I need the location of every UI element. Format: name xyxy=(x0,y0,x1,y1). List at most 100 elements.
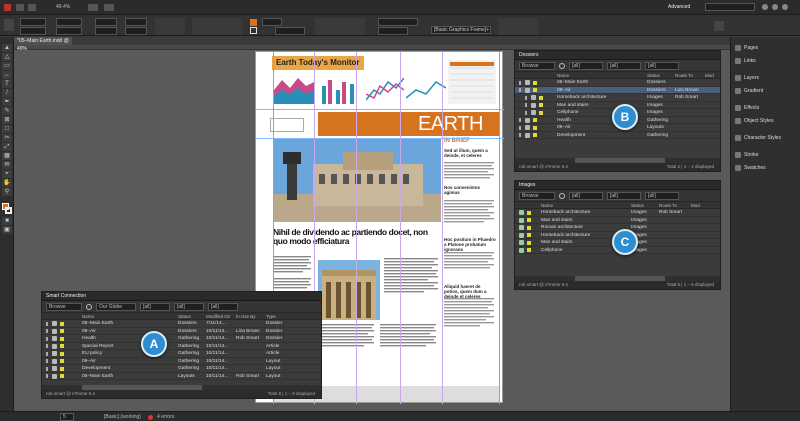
zoom-level[interactable]: 49.4% xyxy=(56,4,70,10)
page-number-field[interactable]: 5 xyxy=(60,413,74,421)
expand-arrow-icon[interactable] xyxy=(519,88,522,93)
dossiers-column-mod[interactable]: Mod xyxy=(705,72,717,78)
image-row[interactable]: Man and stairs Images xyxy=(515,217,720,224)
column-name[interactable]: Name xyxy=(82,313,178,319)
images-filter-3[interactable]: [all] xyxy=(645,191,679,200)
expand-arrow-icon[interactable] xyxy=(46,351,49,356)
workspace-switcher[interactable]: Advanced xyxy=(668,4,690,10)
apply-color-icon[interactable]: ■ xyxy=(2,217,12,225)
fill-swatch[interactable] xyxy=(250,19,257,26)
table-row[interactable]: Special Report Gathering 10/11/14... Articl… xyxy=(42,343,321,350)
reference-point-icon[interactable] xyxy=(4,19,14,31)
pen-tool-icon[interactable]: ✒ xyxy=(2,98,12,106)
images-refresh-icon[interactable] xyxy=(559,192,565,199)
rotate-flip-buttons[interactable] xyxy=(155,18,185,35)
images-browse-dropdown[interactable]: Browse xyxy=(519,191,555,200)
dossiers-column-status[interactable]: Status xyxy=(647,72,675,78)
table-row[interactable]: 05–Main Earth Dossiers 7/11/14... Dossier xyxy=(42,320,321,328)
select-container-buttons[interactable] xyxy=(192,18,242,35)
browse-dropdown[interactable]: Browse xyxy=(46,302,82,311)
scissors-tool-icon[interactable]: ✂ xyxy=(2,134,12,142)
expand-arrow-icon[interactable] xyxy=(46,336,49,341)
column-modified[interactable]: Modified On xyxy=(206,313,236,319)
rotation-field[interactable] xyxy=(125,18,147,26)
document-tab[interactable]: *05–Main Earth.indd @ 49% xyxy=(14,37,72,52)
dossiers-filter-2[interactable]: [all] xyxy=(607,61,641,70)
table-row[interactable]: EU policy Gathering 10/11/14... Article xyxy=(42,350,321,358)
column-type[interactable]: Type xyxy=(266,313,296,319)
note-tool-icon[interactable]: ✉ xyxy=(2,161,12,169)
scale-y-field[interactable] xyxy=(95,27,117,35)
corner-field[interactable] xyxy=(378,27,408,35)
smart-connection-title[interactable]: Smart Connection xyxy=(42,292,321,301)
free-transform-tool-icon[interactable]: ⤢ xyxy=(2,143,12,151)
dock-pages[interactable]: Pages xyxy=(731,41,800,54)
dock-links[interactable]: Links xyxy=(731,54,800,67)
brand-filter[interactable]: Our Globe xyxy=(96,302,136,311)
line-tool-icon[interactable]: / xyxy=(2,89,12,97)
dock-effects[interactable]: Effects xyxy=(731,101,800,114)
stroke-type-dropdown[interactable] xyxy=(275,27,305,35)
stroke-swatch[interactable] xyxy=(250,27,257,34)
dossier-row[interactable]: Horseback architecture Images Rob Smart xyxy=(515,94,720,102)
bridge-icon[interactable] xyxy=(16,4,24,11)
expand-arrow-icon[interactable] xyxy=(46,321,49,326)
dossiers-filter-1[interactable]: [all] xyxy=(569,61,603,70)
images-column-name[interactable]: Name xyxy=(541,202,631,208)
horizontal-guide[interactable] xyxy=(256,109,504,110)
expand-arrow-icon[interactable] xyxy=(46,359,49,364)
expand-arrow-icon[interactable] xyxy=(519,133,522,138)
height-field[interactable] xyxy=(56,27,82,35)
images-column-status[interactable]: Status xyxy=(631,202,659,208)
expand-arrow-icon[interactable] xyxy=(525,95,528,100)
type-tool-icon[interactable]: T xyxy=(2,80,12,88)
preflight-errors[interactable]: 4 errors xyxy=(157,414,174,420)
table-row[interactable]: 05–Main Earth Layouts 10/11/14... Rob Smart… xyxy=(42,373,321,380)
horizontal-guide-2[interactable] xyxy=(256,138,504,139)
pencil-tool-icon[interactable]: ✎ xyxy=(2,107,12,115)
images-filter-1[interactable]: [all] xyxy=(569,191,603,200)
images-filter-2[interactable]: [all] xyxy=(607,191,641,200)
table-row[interactable]: Health Gathering 10/11/14... Rob Smart Dossi… xyxy=(42,335,321,343)
dossiers-filter-3[interactable]: [all] xyxy=(645,61,679,70)
minimize-icon[interactable] xyxy=(762,4,768,10)
dossiers-column-route[interactable]: Route To xyxy=(675,72,705,78)
help-search-input[interactable] xyxy=(705,3,755,11)
table-row[interactable]: Development Gathering 10/11/14... Layout xyxy=(42,365,321,373)
dossier-row[interactable]: Development Gathering xyxy=(515,132,720,139)
hand-tool-icon[interactable]: ✋ xyxy=(2,179,12,187)
scale-x-field[interactable] xyxy=(95,18,117,26)
stroke-color-icon[interactable] xyxy=(5,207,12,214)
dossiers-refresh-icon[interactable] xyxy=(559,62,565,69)
dossiers-column-name[interactable]: Name xyxy=(557,72,647,78)
filter-2[interactable]: [all] xyxy=(140,302,170,311)
text-wrap-buttons[interactable] xyxy=(498,18,538,35)
images-column-mod[interactable]: Mod xyxy=(691,202,703,208)
zoom-tool-icon[interactable]: ⚲ xyxy=(2,188,12,196)
x-position-field[interactable] xyxy=(20,18,46,26)
column-status[interactable]: Status xyxy=(178,313,206,319)
expand-arrow-icon[interactable] xyxy=(519,118,522,123)
expand-arrow-icon[interactable] xyxy=(46,329,49,334)
filter-4[interactable]: [all] xyxy=(208,302,238,311)
screen-mode-tool-icon[interactable]: ▣ xyxy=(2,226,12,234)
screen-mode-icon[interactable] xyxy=(88,4,98,11)
selection-tool-icon[interactable]: ▲ xyxy=(2,44,12,52)
dock-object-styles[interactable]: Object Styles xyxy=(731,114,800,127)
fill-stroke-swatches[interactable] xyxy=(2,203,12,215)
expand-arrow-icon[interactable] xyxy=(46,366,49,371)
table-row[interactable]: 09–Air Dossiers 10/11/14... Liza Brown Dossi… xyxy=(42,328,321,335)
view-options-icon[interactable] xyxy=(28,4,36,11)
gradient-tool-icon[interactable]: ▦ xyxy=(2,152,12,160)
expand-arrow-icon[interactable] xyxy=(519,125,522,130)
image-row[interactable]: Horseback architecture Images Rob Smart xyxy=(515,209,720,217)
expand-arrow-icon[interactable] xyxy=(519,80,522,85)
expand-arrow-icon[interactable] xyxy=(525,103,528,108)
dock-layers[interactable]: Layers xyxy=(731,71,800,84)
object-style-dropdown[interactable]: [Basic Graphics Frame]+ xyxy=(431,26,491,34)
preflight-profile[interactable]: [Basic] (working) xyxy=(104,414,141,420)
effect-opacity-field[interactable] xyxy=(378,18,418,26)
shear-field[interactable] xyxy=(125,27,147,35)
page-tool-icon[interactable]: ▭ xyxy=(2,62,12,70)
images-column-route[interactable]: Route To xyxy=(659,202,691,208)
